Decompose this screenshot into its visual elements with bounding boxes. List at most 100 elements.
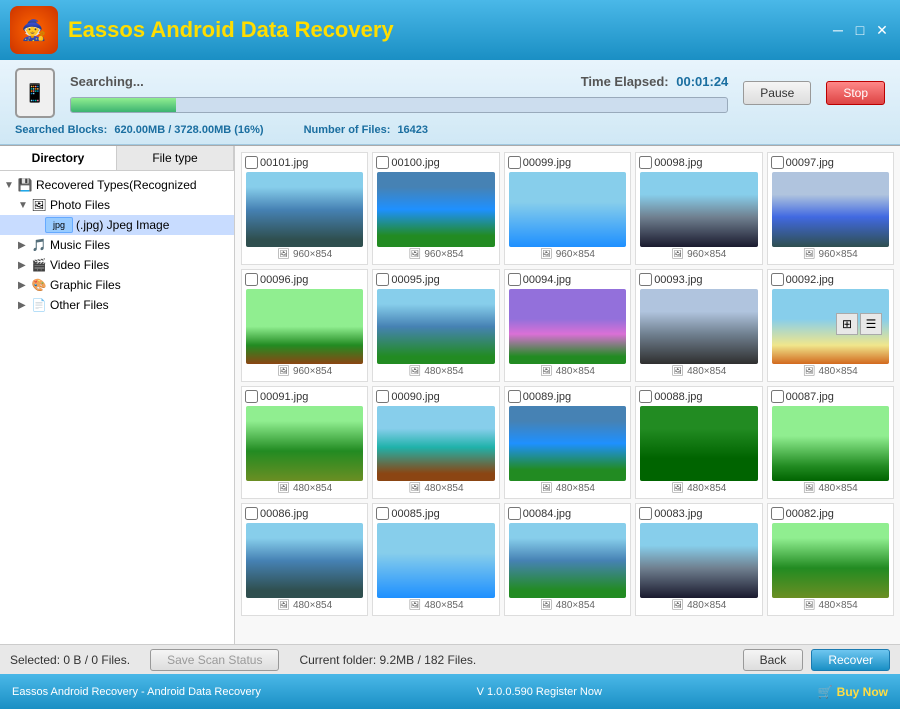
file-dimensions: 🖼960×854	[803, 249, 858, 260]
file-item[interactable]: 00087.jpg 🖼480×854	[767, 386, 894, 499]
file-dimensions: 🖼480×854	[540, 600, 595, 611]
file-item[interactable]: 00085.jpg 🖼480×854	[372, 503, 499, 616]
tree-root[interactable]: ▼ 💾 Recovered Types(Recognized	[0, 175, 234, 195]
file-item[interactable]: 00100.jpg 🖼960×854	[372, 152, 499, 265]
cart-icon: 🛒	[818, 685, 833, 699]
file-thumbnail	[640, 523, 757, 598]
progress-bar	[70, 97, 728, 113]
tree-photo[interactable]: ▼ 🖼 Photo Files	[0, 195, 234, 215]
file-thumbnail	[509, 406, 626, 481]
file-checkbox[interactable]	[245, 507, 258, 520]
logo-icon: 🧙	[22, 18, 47, 43]
tree-other[interactable]: ▶ 📄 Other Files	[0, 295, 234, 315]
file-checkbox[interactable]	[245, 273, 258, 286]
tree-root-label: Recovered Types(Recognized	[36, 178, 197, 192]
file-checkbox[interactable]	[508, 156, 521, 169]
expand-icon: ▼	[18, 200, 28, 211]
file-checkbox[interactable]	[639, 273, 652, 286]
file-checkbox[interactable]	[639, 390, 652, 403]
file-checkbox[interactable]	[639, 507, 652, 520]
file-item[interactable]: 00091.jpg 🖼480×854	[241, 386, 368, 499]
file-item[interactable]: 00093.jpg 🖼480×854	[635, 269, 762, 382]
restore-button[interactable]: □	[852, 22, 868, 38]
file-item[interactable]: 00086.jpg 🖼480×854	[241, 503, 368, 616]
file-checkbox[interactable]	[245, 390, 258, 403]
file-dimensions: 🖼480×854	[409, 483, 464, 494]
file-dimensions: 🖼960×854	[277, 366, 332, 377]
search-area: 📱 Searching... Time Elapsed: 00:01:24 Pa…	[0, 60, 900, 145]
file-item[interactable]: 00088.jpg 🖼480×854	[635, 386, 762, 499]
file-area[interactable]: 00101.jpg 🖼960×854 00100.jpg 🖼960×854 00…	[235, 146, 900, 644]
file-thumbnail	[509, 523, 626, 598]
tree-video[interactable]: ▶ 🎬 Video Files	[0, 255, 234, 275]
tree-music[interactable]: ▶ 🎵 Music Files	[0, 235, 234, 255]
file-dimensions: 🖼480×854	[803, 483, 858, 494]
file-checkbox[interactable]	[245, 156, 258, 169]
searching-label: Searching...	[70, 74, 144, 89]
close-button[interactable]: ✕	[874, 22, 890, 38]
pause-button[interactable]: Pause	[743, 81, 811, 105]
stop-button[interactable]: Stop	[826, 81, 885, 105]
tree-video-label: Video Files	[50, 258, 109, 272]
file-item[interactable]: 00083.jpg 🖼480×854	[635, 503, 762, 616]
file-thumbnail	[246, 172, 363, 247]
file-item[interactable]: 00101.jpg 🖼960×854	[241, 152, 368, 265]
progress-bar-fill	[71, 98, 176, 112]
file-thumbnail	[246, 289, 363, 364]
file-item[interactable]: 00094.jpg 🖼480×854	[504, 269, 631, 382]
content-wrapper: Directory File type ▼ 💾 Recovered Types(…	[0, 145, 900, 644]
tree-graphic[interactable]: ▶ 🎨 Graphic Files	[0, 275, 234, 295]
file-dimensions: 🖼480×854	[803, 600, 858, 611]
recover-button[interactable]: Recover	[811, 649, 890, 671]
files-count-stat: Number of Files: 16423	[304, 124, 428, 136]
file-item[interactable]: 00095.jpg 🖼480×854	[372, 269, 499, 382]
file-item[interactable]: 00082.jpg 🖼480×854	[767, 503, 894, 616]
file-checkbox[interactable]	[376, 156, 389, 169]
tree-jpeg[interactable]: jpg (.jpg) Jpeg Image	[0, 215, 234, 235]
file-item[interactable]: 00084.jpg 🖼480×854	[504, 503, 631, 616]
file-thumbnail	[246, 406, 363, 481]
tree-jpeg-label: (.jpg) Jpeg Image	[76, 218, 169, 232]
tab-filetype[interactable]: File type	[117, 146, 234, 170]
music-icon: 🎵	[31, 237, 47, 253]
file-item[interactable]: 00090.jpg 🖼480×854	[372, 386, 499, 499]
file-checkbox[interactable]	[376, 507, 389, 520]
file-dimensions: 🖼480×854	[671, 483, 726, 494]
tree-music-label: Music Files	[50, 238, 110, 252]
file-item[interactable]: 00098.jpg 🖼960×854	[635, 152, 762, 265]
file-checkbox[interactable]	[771, 507, 784, 520]
video-icon: 🎬	[31, 257, 47, 273]
file-checkbox[interactable]	[639, 156, 652, 169]
file-checkbox[interactable]	[508, 507, 521, 520]
file-checkbox[interactable]	[508, 273, 521, 286]
file-checkbox[interactable]	[376, 273, 389, 286]
list-view-button[interactable]: ☰	[860, 313, 882, 335]
buy-now-button[interactable]: 🛒 Buy Now	[818, 685, 888, 699]
file-checkbox[interactable]	[771, 273, 784, 286]
file-checkbox[interactable]	[376, 390, 389, 403]
search-bottom: Searched Blocks: 620.00MB / 3728.00MB (1…	[15, 124, 885, 136]
file-dimensions: 🖼960×854	[671, 249, 726, 260]
app-name-highlight: Data Recovery	[241, 17, 394, 42]
file-thumbnail	[772, 406, 889, 481]
file-item[interactable]: 00099.jpg 🖼960×854	[504, 152, 631, 265]
file-thumbnail	[377, 406, 494, 481]
file-checkbox[interactable]	[508, 390, 521, 403]
file-checkbox[interactable]	[771, 156, 784, 169]
time-value: 00:01:24	[676, 74, 728, 89]
back-button[interactable]: Back	[743, 649, 804, 671]
file-dimensions: 🖼960×854	[540, 249, 595, 260]
file-thumbnail	[509, 289, 626, 364]
tab-directory[interactable]: Directory	[0, 146, 117, 170]
file-item[interactable]: 00096.jpg 🖼960×854	[241, 269, 368, 382]
grid-view-button[interactable]: ⊞	[836, 313, 858, 335]
file-item[interactable]: 00097.jpg 🖼960×854	[767, 152, 894, 265]
file-item[interactable]: 00089.jpg 🖼480×854	[504, 386, 631, 499]
minimize-button[interactable]: ─	[830, 22, 846, 38]
action-buttons: Back Recover	[743, 649, 890, 671]
file-checkbox[interactable]	[771, 390, 784, 403]
save-scan-button[interactable]: Save Scan Status	[150, 649, 279, 671]
searched-blocks-stat: Searched Blocks: 620.00MB / 3728.00MB (1…	[15, 124, 264, 136]
bottom-bar: Eassos Android Recovery - Android Data R…	[0, 674, 900, 709]
other-icon: 📄	[31, 297, 47, 313]
